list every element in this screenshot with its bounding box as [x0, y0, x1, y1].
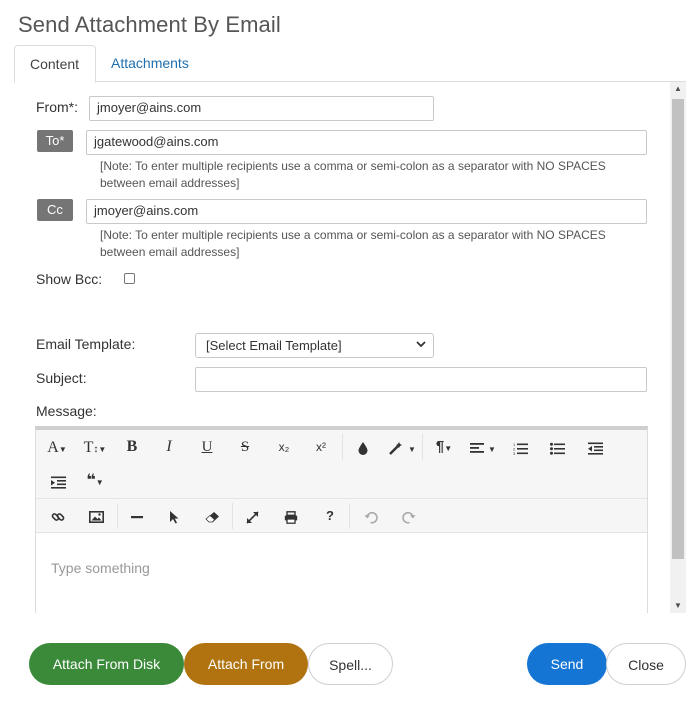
tab-attachments[interactable]: Attachments	[96, 45, 204, 82]
close-button[interactable]: Close	[606, 643, 686, 685]
italic-button[interactable]: I	[157, 430, 181, 464]
dialog-title: Send Attachment By Email	[18, 12, 281, 37]
toolbar-divider	[117, 503, 118, 529]
content-panel: From*: jmoyer@ains.com To* jgatewood@ain…	[14, 82, 686, 613]
indent-icon	[50, 473, 66, 489]
to-button[interactable]: To*	[37, 130, 73, 152]
toolbar-divider	[342, 434, 343, 460]
chevron-down-icon	[415, 337, 427, 354]
from-label: From*:	[36, 99, 78, 115]
scroll-down-arrow-icon[interactable]: ▼	[670, 599, 686, 613]
toolbar-row-2: ❝▼	[36, 464, 647, 498]
line-height-button[interactable]: T↕▼	[78, 430, 112, 464]
horizontal-line-button[interactable]	[127, 499, 147, 533]
cursor-icon	[168, 508, 180, 524]
ordered-list-icon: 123	[513, 439, 528, 456]
outdent-button[interactable]	[585, 430, 605, 464]
superscript-button[interactable]: x²	[309, 430, 333, 464]
from-field[interactable]: jmoyer@ains.com	[89, 96, 434, 121]
insert-link-button[interactable]	[48, 499, 68, 533]
image-icon	[88, 508, 104, 524]
font-size-button[interactable]: A▼	[42, 430, 72, 464]
cc-field[interactable]: jmoyer@ains.com	[86, 199, 647, 224]
show-bcc-label: Show Bcc:	[36, 271, 103, 287]
underline-button[interactable]: U	[195, 430, 219, 464]
help-icon: ?	[326, 508, 334, 523]
cc-button[interactable]: Cc	[37, 199, 73, 221]
tab-content[interactable]: Content	[14, 45, 96, 83]
help-button[interactable]: ?	[320, 499, 340, 533]
attach-from-disk-button[interactable]: Attach From Disk	[29, 643, 184, 685]
attach-from-button[interactable]: Attach From	[184, 643, 308, 685]
undo-icon	[364, 508, 378, 524]
eraser-icon	[204, 508, 220, 524]
strikethrough-button[interactable]: S	[233, 430, 257, 464]
unordered-list-icon	[549, 439, 565, 455]
to-field[interactable]: jgatewood@ains.com	[86, 130, 647, 155]
ordered-list-button[interactable]: 123	[510, 430, 530, 464]
svg-text:3: 3	[513, 451, 516, 455]
clear-format-button[interactable]	[202, 499, 222, 533]
editor-placeholder[interactable]: Type something	[51, 560, 150, 576]
email-template-value: [Select Email Template]	[206, 338, 342, 353]
toolbar-divider	[349, 503, 350, 529]
unordered-list-button[interactable]	[547, 430, 567, 464]
tab-bar: Content Attachments	[14, 45, 686, 83]
toolbar-row-1: A▼ T↕▼ B I U S x₂ x² ▼ ¶▼ ▼ 1 2 3	[36, 430, 647, 464]
paragraph-icon: ¶	[435, 438, 445, 455]
toolbar-divider	[232, 503, 233, 529]
link-icon	[51, 508, 65, 524]
font-size-icon: A	[47, 439, 59, 456]
quote-button[interactable]: ❝▼	[81, 464, 109, 498]
toolbar-row-3: ?	[36, 498, 647, 532]
subject-field[interactable]	[195, 367, 647, 392]
line-height-icon: T	[83, 439, 94, 456]
print-button[interactable]	[281, 499, 301, 533]
show-bcc-checkbox[interactable]	[124, 273, 135, 284]
quote-icon: ❝	[86, 472, 96, 489]
undo-button[interactable]	[361, 499, 381, 533]
scroll-up-arrow-icon[interactable]: ▲	[670, 82, 686, 96]
redo-button[interactable]	[399, 499, 419, 533]
to-note: [Note: To enter multiple recipients use …	[100, 159, 606, 190]
email-template-select[interactable]: [Select Email Template]	[195, 333, 434, 358]
redo-icon	[402, 508, 416, 524]
paragraph-format-button[interactable]: ¶▼	[430, 430, 458, 464]
content-scrollbar[interactable]: ▲ ▼	[670, 82, 686, 613]
printer-icon	[284, 508, 298, 524]
subject-label: Subject:	[36, 370, 87, 386]
subscript-button[interactable]: x₂	[272, 430, 296, 464]
bold-button[interactable]: B	[120, 430, 144, 464]
spell-check-button[interactable]: Spell...	[308, 643, 393, 685]
indent-button[interactable]	[48, 464, 68, 498]
toolbar-divider	[422, 434, 423, 460]
scrollbar-thumb[interactable]	[672, 99, 684, 559]
droplet-icon	[357, 439, 369, 456]
horizontal-line-icon	[131, 508, 143, 524]
select-all-button[interactable]	[164, 499, 184, 533]
expand-icon	[245, 508, 259, 524]
outdent-icon	[587, 439, 603, 455]
align-left-icon	[470, 439, 488, 455]
magic-wand-icon	[388, 439, 408, 456]
message-editor: A▼ T↕▼ B I U S x₂ x² ▼ ¶▼ ▼ 1 2 3 ❝▼ ? T…	[35, 426, 648, 613]
text-color-button[interactable]	[351, 430, 375, 464]
insert-image-button[interactable]	[86, 499, 106, 533]
fullscreen-button[interactable]	[242, 499, 262, 533]
send-button[interactable]: Send	[527, 643, 607, 685]
format-painter-button[interactable]: ▼	[388, 430, 416, 464]
message-label: Message:	[36, 403, 97, 419]
editor-toolbar: A▼ T↕▼ B I U S x₂ x² ▼ ¶▼ ▼ 1 2 3 ❝▼ ?	[36, 430, 647, 533]
cc-note: [Note: To enter multiple recipients use …	[100, 228, 606, 259]
email-template-label: Email Template:	[36, 336, 136, 352]
align-button[interactable]: ▼	[468, 430, 498, 464]
